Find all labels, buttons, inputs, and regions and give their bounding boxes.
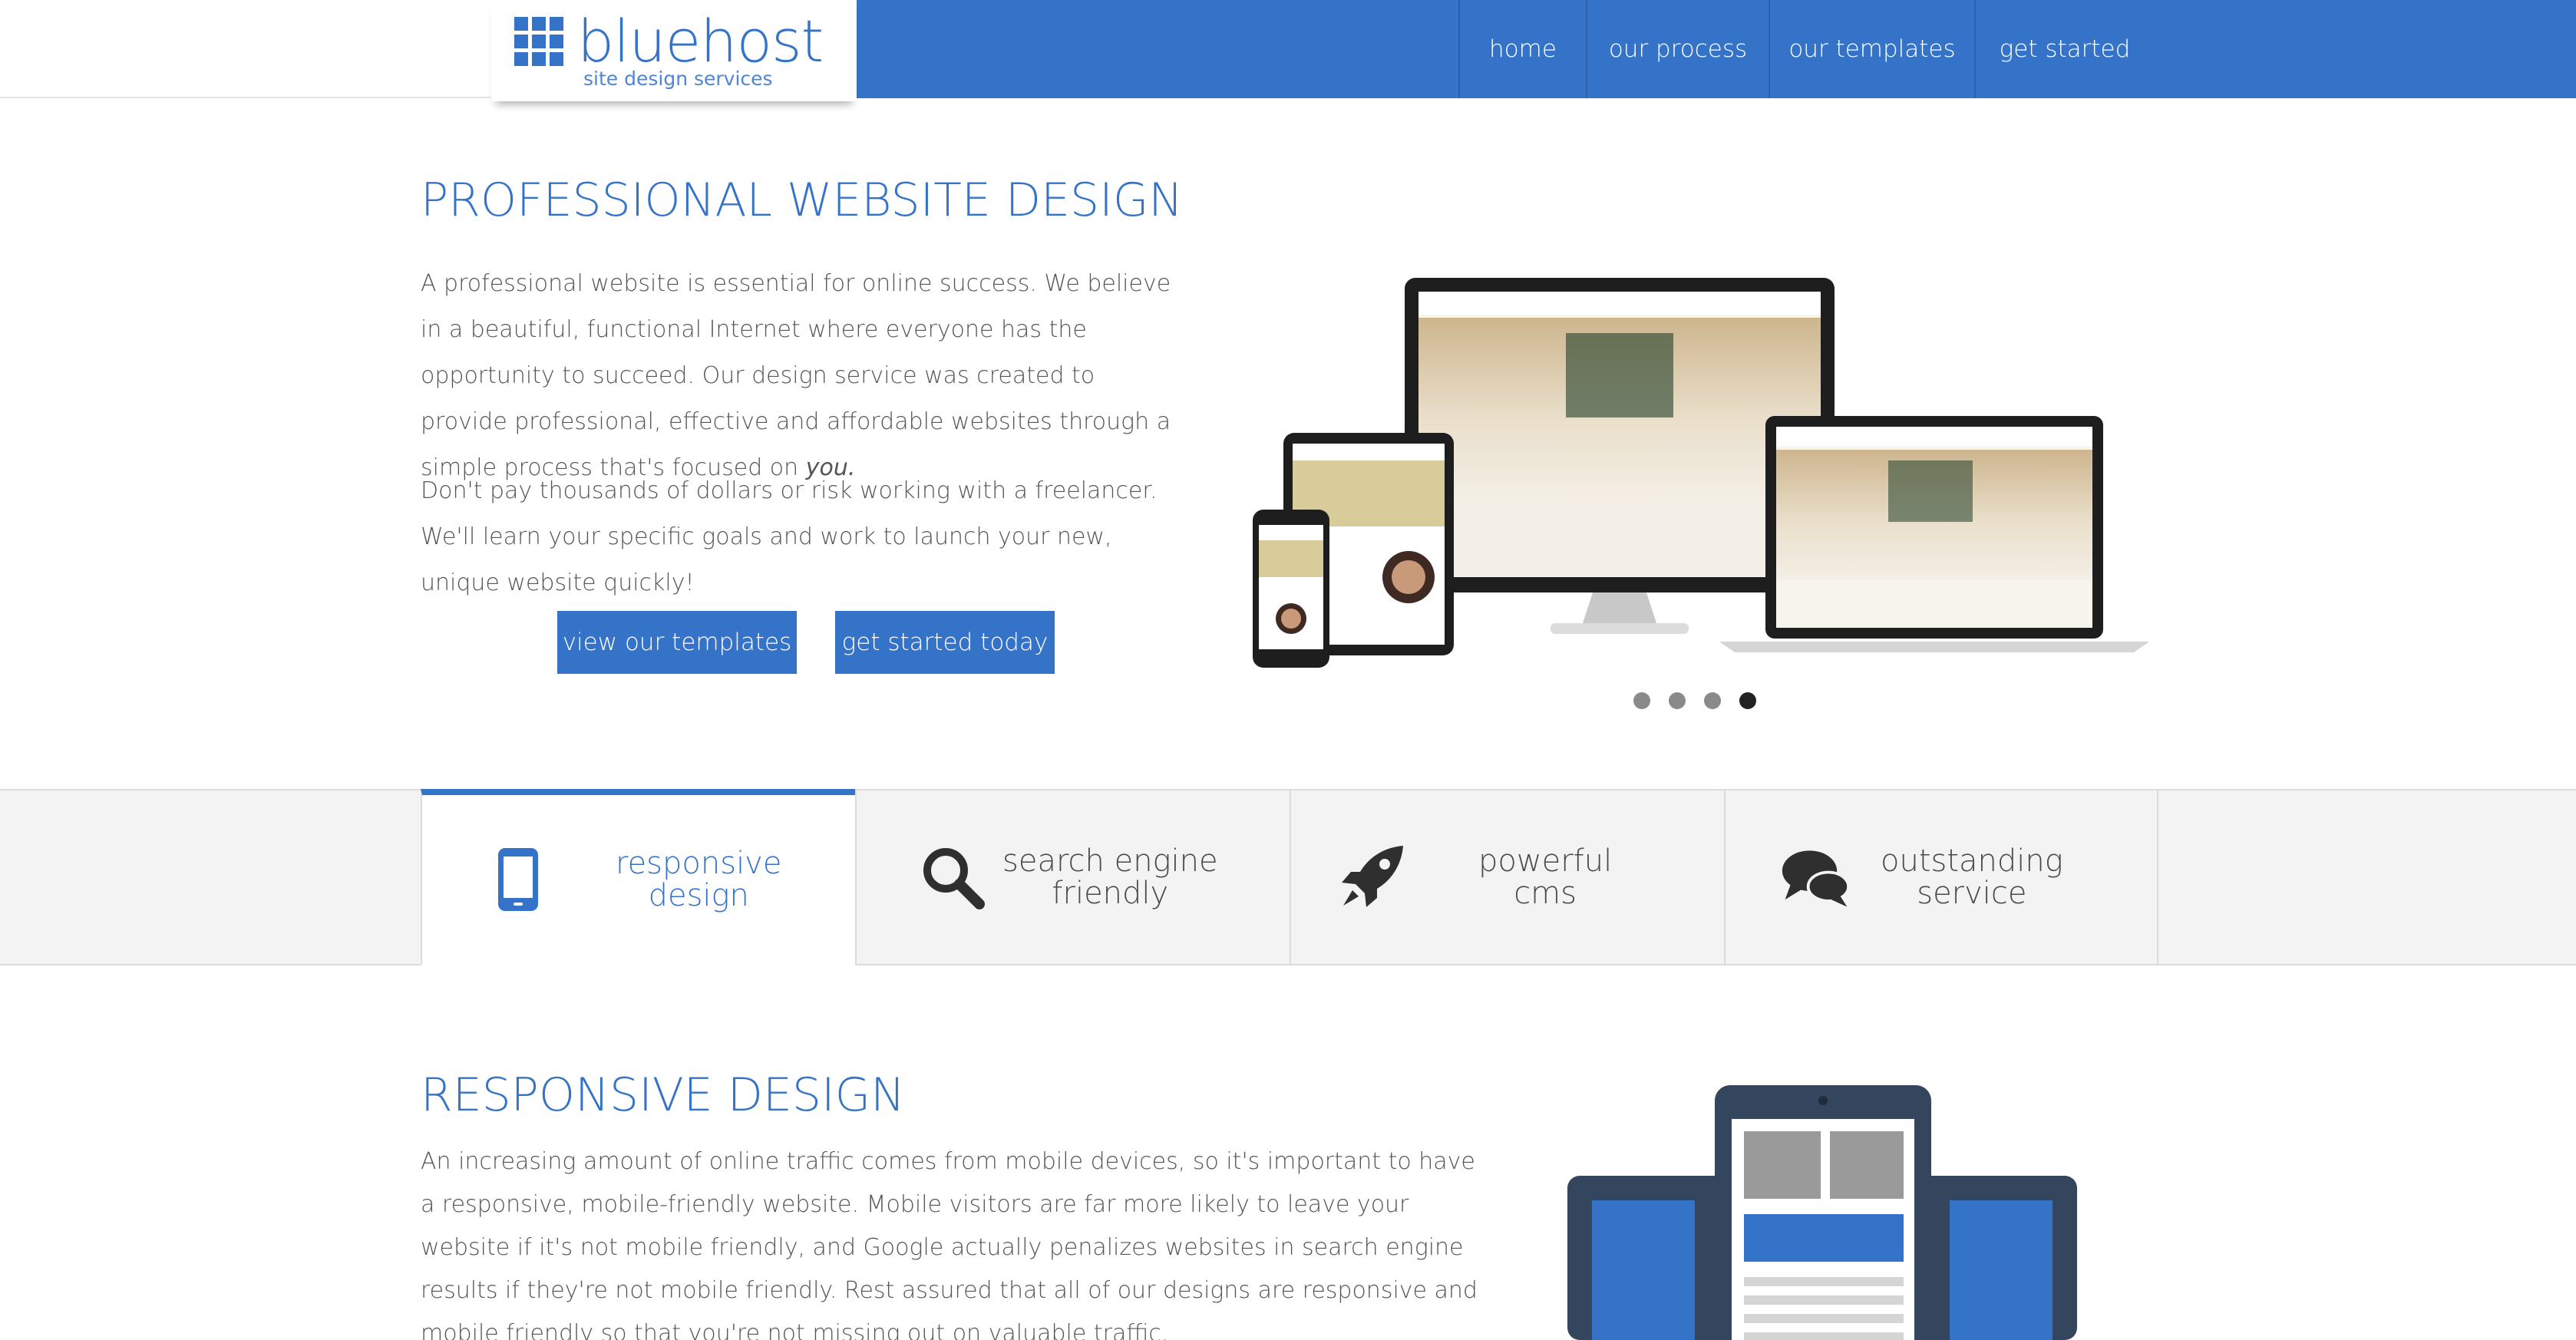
responsive-devices-illustration (1567, 1085, 2077, 1340)
tab-label-line: service (1917, 876, 2027, 911)
tab-label-line: responsive (616, 846, 782, 881)
slider-dots (1633, 692, 1756, 709)
slider-dot-1[interactable] (1633, 692, 1650, 709)
tab-label-line: cms (1514, 876, 1577, 911)
get-started-today-button[interactable]: get started today (835, 611, 1055, 674)
slider-dot-3[interactable] (1704, 692, 1721, 709)
responsive-design-paragraph: An increasing amount of online traffic c… (421, 1148, 1478, 1340)
tab-label-line: search engine (1002, 843, 1218, 879)
hero-paragraph-1-text: A professional website is essential for … (421, 270, 1171, 481)
nav-get-started[interactable]: get started (1974, 0, 2154, 98)
chat-bubbles-icon (1781, 843, 1850, 912)
tab-outstanding-service-label: outstanding service (1881, 845, 2063, 909)
slider-dot-4[interactable] (1739, 692, 1756, 709)
nav-our-templates[interactable]: our templates (1769, 0, 1974, 98)
mobile-phone-icon (484, 845, 553, 914)
device-mockups-image (1253, 278, 2149, 668)
tab-search-engine-friendly-label: search engine friendly (1002, 845, 1218, 909)
tab-label-line: friendly (1052, 876, 1169, 911)
tab-responsive-design-label: responsive design (616, 847, 781, 912)
slider-dot-2[interactable] (1669, 692, 1686, 709)
hero-paragraph-2: Don't pay thousands of dollars or risk w… (421, 477, 1158, 596)
tab-powerful-cms[interactable]: powerful cms (1290, 789, 1724, 965)
tab-powerful-cms-label: powerful cms (1478, 845, 1612, 909)
hero-title: PROFESSIONAL WEBSITE DESIGN (421, 173, 1184, 227)
rocket-icon (1337, 843, 1406, 912)
logo[interactable]: bluehost site design services (491, 0, 857, 101)
tab-label-line: design (648, 878, 749, 913)
tab-label-line: outstanding (1881, 843, 2063, 879)
nav-our-process[interactable]: our process (1586, 0, 1769, 98)
tab-responsive-design[interactable]: responsive design (421, 789, 855, 965)
tab-outstanding-service[interactable]: outstanding service (1724, 789, 2158, 965)
nav-home[interactable]: home (1458, 0, 1586, 98)
magnifier-icon (918, 843, 987, 912)
view-templates-button[interactable]: view our templates (557, 611, 797, 674)
logo-grid-icon (514, 17, 563, 66)
logo-subtitle: site design services (583, 68, 773, 90)
responsive-design-title: RESPONSIVE DESIGN (421, 1068, 906, 1122)
tab-search-engine-friendly[interactable]: search engine friendly (855, 789, 1290, 965)
hero-paragraph-1: A professional website is essential for … (421, 261, 1188, 491)
tab-label-line: powerful (1478, 843, 1613, 879)
